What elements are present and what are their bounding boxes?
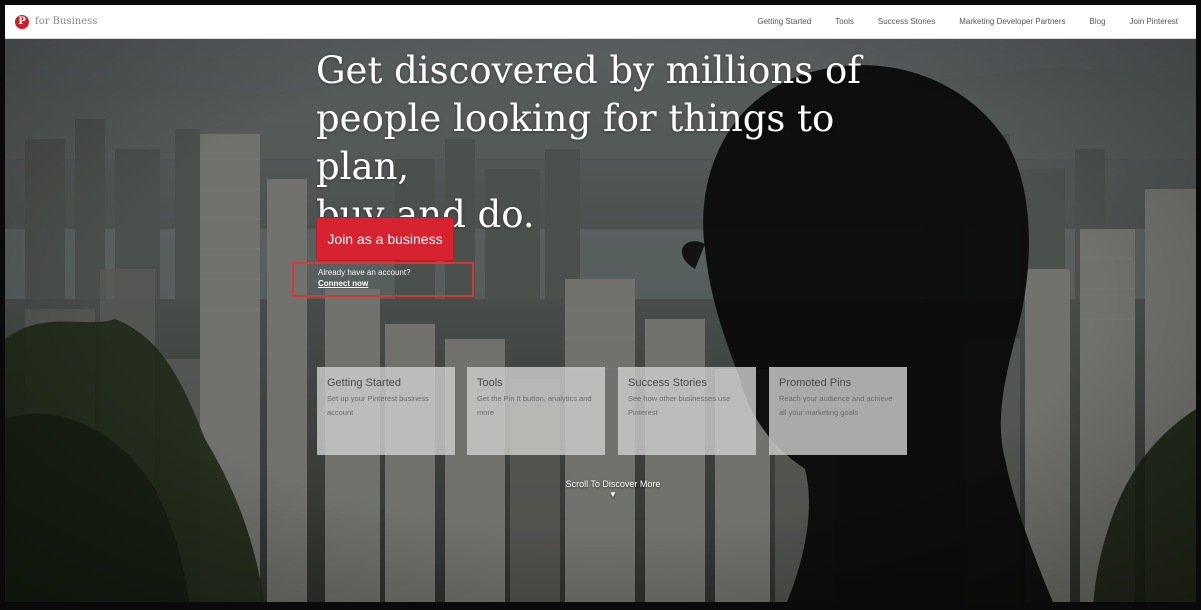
card-description: Reach your audience and achieve all your…	[779, 394, 893, 417]
card-description: Set up your Pinterest business account	[327, 394, 429, 417]
nav-link-blog[interactable]: Blog	[1090, 17, 1106, 26]
card-promoted-pins[interactable]: Promoted Pins Reach your audience and ac…	[769, 367, 907, 455]
brand-logo[interactable]: P for Business	[15, 14, 98, 29]
top-navigation-bar: P for Business Getting Started Tools Suc…	[5, 5, 1196, 39]
nav-link-join-pinterest[interactable]: Join Pinterest	[1130, 17, 1178, 26]
chevron-down-icon: ▼	[609, 490, 617, 499]
nav-link-tools[interactable]: Tools	[835, 17, 854, 26]
card-tools[interactable]: Tools Get the Pin It button, analytics a…	[467, 367, 605, 455]
join-as-business-button[interactable]: Join as a business	[316, 217, 454, 261]
hero-headline: Get discovered by millions of people loo…	[316, 47, 936, 239]
card-description: See how other businesses use Pinterest	[628, 394, 731, 417]
connect-now-link[interactable]: Connect now	[318, 278, 472, 290]
already-have-account-text: Already have an account?	[318, 268, 411, 277]
nav-link-marketing-developer-partners[interactable]: Marketing Developer Partners	[959, 17, 1065, 26]
card-title: Promoted Pins	[779, 377, 852, 389]
existing-account-highlight: Already have an account? Connect now	[292, 262, 474, 297]
scroll-to-discover[interactable]: Scroll To Discover More ▼	[545, 479, 681, 500]
card-success-stories[interactable]: Success Stories See how other businesses…	[618, 367, 756, 455]
nav-link-success-stories[interactable]: Success Stories	[878, 17, 935, 26]
nav-link-getting-started[interactable]: Getting Started	[757, 17, 811, 26]
headline-line-2: people looking for things to plan,	[316, 97, 835, 188]
scroll-label: Scroll To Discover More	[565, 479, 661, 489]
card-title: Success Stories	[628, 377, 707, 389]
card-description: Get the Pin It button, analytics and mor…	[477, 394, 592, 417]
nav-links: Getting Started Tools Success Stories Ma…	[733, 17, 1186, 26]
brand-label: for Business	[35, 16, 98, 27]
card-getting-started[interactable]: Getting Started Set up your Pinterest bu…	[317, 367, 455, 455]
pinterest-logo-icon: P	[15, 14, 29, 29]
hero-section: Get discovered by millions of people loo…	[5, 39, 1196, 602]
headline-line-1: Get discovered by millions of	[316, 49, 862, 92]
card-title: Getting Started	[327, 377, 401, 389]
browser-frame: P for Business Getting Started Tools Suc…	[0, 0, 1201, 610]
card-title: Tools	[477, 377, 503, 389]
